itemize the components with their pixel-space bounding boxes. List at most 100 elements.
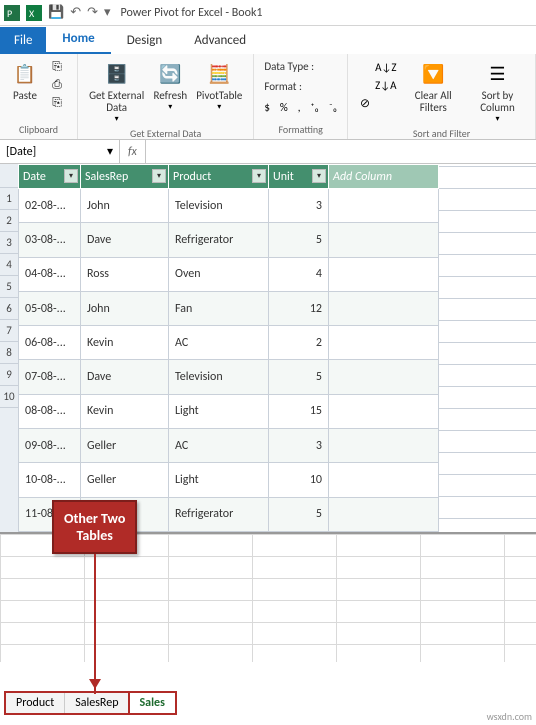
row-header[interactable]: 6: [0, 298, 18, 320]
cell-product[interactable]: AC: [169, 326, 269, 360]
clear-filters-button[interactable]: 🔽 Clear All Filters: [403, 58, 464, 116]
cell-date[interactable]: 06-08-...: [19, 326, 81, 360]
column-header-date[interactable]: Date▾: [19, 165, 81, 189]
cell-empty[interactable]: [329, 497, 439, 531]
qat-dropdown-icon[interactable]: ▾: [104, 5, 111, 20]
pivottable-button[interactable]: 🧮 PivotTable ▾: [191, 58, 247, 114]
currency-button[interactable]: $: [260, 98, 274, 116]
row-header[interactable]: 5: [0, 276, 18, 298]
row-header[interactable]: 7: [0, 320, 18, 342]
cell-product[interactable]: Refrigerator: [169, 223, 269, 257]
cell-empty[interactable]: [329, 463, 439, 497]
cell-unit[interactable]: 5: [269, 360, 329, 394]
cell-date[interactable]: 02-08-...: [19, 189, 81, 223]
cell-date[interactable]: 08-08-...: [19, 394, 81, 428]
cell-salesrep[interactable]: Geller: [81, 429, 169, 463]
sort-by-column-button[interactable]: ☰ Sort by Column ▾: [466, 58, 529, 126]
table-row[interactable]: 10-08-...GellerLight10: [19, 463, 439, 497]
sort-desc-button[interactable]: Z↓A: [354, 76, 400, 94]
tab-design[interactable]: Design: [111, 27, 178, 54]
cell-salesrep[interactable]: Ross: [81, 257, 169, 291]
comma-button[interactable]: ,: [294, 98, 305, 116]
select-all-cell[interactable]: [0, 164, 18, 188]
undo-icon[interactable]: ↶: [70, 5, 81, 20]
chevron-down-icon[interactable]: ▾: [107, 144, 113, 159]
row-header[interactable]: 9: [0, 364, 18, 386]
datatype-label[interactable]: Data Type :: [260, 58, 341, 76]
row-header[interactable]: 3: [0, 232, 18, 254]
cell-product[interactable]: Refrigerator: [169, 497, 269, 531]
cell-date[interactable]: 10-08-...: [19, 463, 81, 497]
cell-date[interactable]: 04-08-...: [19, 257, 81, 291]
sheet-tab-product[interactable]: Product: [6, 693, 65, 713]
cell-product[interactable]: Light: [169, 394, 269, 428]
cell-empty[interactable]: [329, 291, 439, 325]
filter-dropdown-icon[interactable]: ▾: [312, 169, 326, 183]
cell-product[interactable]: Oven: [169, 257, 269, 291]
cell-salesrep[interactable]: John: [81, 291, 169, 325]
tab-advanced[interactable]: Advanced: [178, 27, 262, 54]
cell-salesrep[interactable]: John: [81, 189, 169, 223]
row-header[interactable]: 1: [0, 188, 18, 210]
cell-unit[interactable]: 4: [269, 257, 329, 291]
cell-salesrep[interactable]: Kevin: [81, 326, 169, 360]
cell-salesrep[interactable]: Dave: [81, 223, 169, 257]
cell-salesrep[interactable]: Kevin: [81, 394, 169, 428]
cell-salesrep[interactable]: Geller: [81, 463, 169, 497]
row-header[interactable]: 10: [0, 386, 18, 408]
table-row[interactable]: 07-08-...DaveTelevision5: [19, 360, 439, 394]
decimal-inc-button[interactable]: ⁺₀: [307, 98, 323, 116]
cell-empty[interactable]: [329, 326, 439, 360]
cell-product[interactable]: Television: [169, 189, 269, 223]
row-header[interactable]: 2: [0, 210, 18, 232]
cell-date[interactable]: 09-08-...: [19, 429, 81, 463]
cell-unit[interactable]: 15: [269, 394, 329, 428]
column-header-unit[interactable]: Unit▾: [269, 165, 329, 189]
table-row[interactable]: 09-08-...GellerAC3: [19, 429, 439, 463]
row-header[interactable]: 8: [0, 342, 18, 364]
cell-salesrep[interactable]: Dave: [81, 360, 169, 394]
cell-product[interactable]: Fan: [169, 291, 269, 325]
cell-product[interactable]: Television: [169, 360, 269, 394]
column-header-salesrep[interactable]: SalesRep▾: [81, 165, 169, 189]
get-external-data-button[interactable]: 🗄️ Get External Data ▾: [84, 58, 149, 126]
paste-button[interactable]: 📋 Paste: [6, 58, 44, 104]
table-row[interactable]: 02-08-...JohnTelevision3: [19, 189, 439, 223]
column-header-product[interactable]: Product▾: [169, 165, 269, 189]
filter-dropdown-icon[interactable]: ▾: [152, 169, 166, 183]
refresh-button[interactable]: 🔄 Refresh ▾: [151, 58, 189, 114]
sheet-tab-salesrep[interactable]: SalesRep: [65, 693, 129, 713]
copy-button[interactable]: ⎘: [46, 58, 71, 76]
table-row[interactable]: 06-08-...KevinAC2: [19, 326, 439, 360]
cell-date[interactable]: 05-08-...: [19, 291, 81, 325]
filter-dropdown-icon[interactable]: ▾: [64, 169, 78, 183]
cell-unit[interactable]: 2: [269, 326, 329, 360]
cell-unit[interactable]: 5: [269, 497, 329, 531]
decimal-dec-button[interactable]: ⁻₀: [325, 98, 341, 116]
paste-replace-button[interactable]: ⎘: [46, 94, 71, 112]
cell-empty[interactable]: [329, 257, 439, 291]
cell-empty[interactable]: [329, 223, 439, 257]
cell-product[interactable]: Light: [169, 463, 269, 497]
cell-date[interactable]: 03-08-...: [19, 223, 81, 257]
percent-button[interactable]: %: [276, 98, 292, 116]
name-box[interactable]: [Date] ▾: [0, 140, 120, 163]
table-row[interactable]: 05-08-...JohnFan12: [19, 291, 439, 325]
cell-date[interactable]: 07-08-...: [19, 360, 81, 394]
save-icon[interactable]: 💾: [48, 5, 64, 20]
cell-unit[interactable]: 3: [269, 189, 329, 223]
sheet-tab-sales[interactable]: Sales: [128, 691, 177, 715]
table-row[interactable]: 08-08-...KevinLight15: [19, 394, 439, 428]
table-row[interactable]: 03-08-...DaveRefrigerator5: [19, 223, 439, 257]
cell-product[interactable]: AC: [169, 429, 269, 463]
cell-empty[interactable]: [329, 360, 439, 394]
tab-file[interactable]: File: [0, 27, 46, 54]
clear-sort-button[interactable]: ⊘: [354, 94, 400, 112]
sort-asc-button[interactable]: A↓Z: [354, 58, 400, 76]
cell-unit[interactable]: 12: [269, 291, 329, 325]
cell-empty[interactable]: [329, 429, 439, 463]
fx-label[interactable]: fx: [120, 140, 146, 163]
cell-unit[interactable]: 3: [269, 429, 329, 463]
filter-dropdown-icon[interactable]: ▾: [252, 169, 266, 183]
table-row[interactable]: 04-08-...RossOven4: [19, 257, 439, 291]
